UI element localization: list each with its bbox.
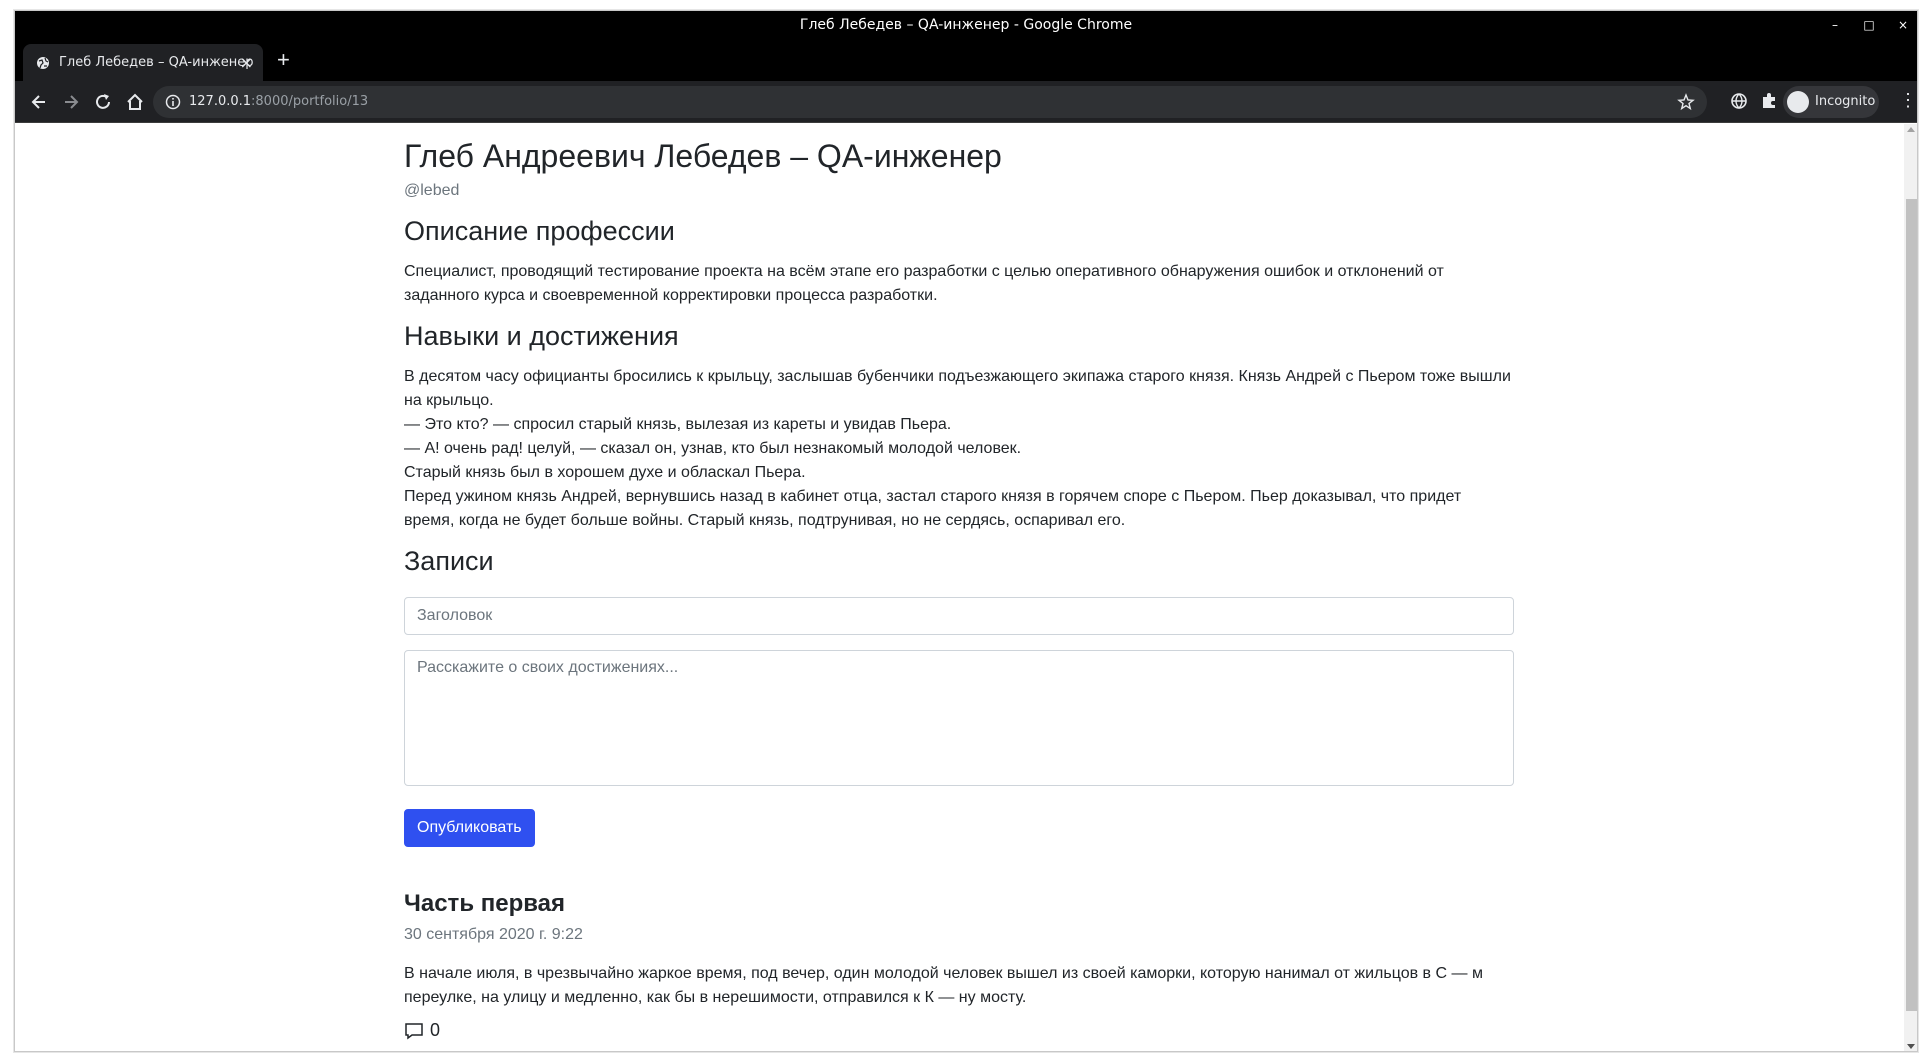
username: @lebed [404, 182, 460, 199]
tab-title: Глеб Лебедев – QA-инженер [59, 55, 254, 70]
incognito-profile-button[interactable]: Incognito [1783, 86, 1879, 118]
profession-heading: Описание профессии [404, 216, 675, 246]
close-window-button[interactable]: × [1897, 11, 1909, 40]
reload-icon[interactable] [93, 92, 113, 112]
comment-icon [405, 1022, 423, 1039]
minimize-button[interactable]: – [1829, 11, 1841, 40]
scroll-up-arrow-icon[interactable] [1907, 127, 1915, 132]
scroll-down-arrow-icon[interactable] [1907, 1044, 1915, 1049]
post-body: В начале июля, в чрезвычайно жаркое врем… [404, 962, 1514, 1010]
bookmark-star-icon[interactable] [1677, 93, 1695, 111]
skills-line: Перед ужином князь Андрей, вернувшись на… [404, 488, 1462, 505]
new-tab-button[interactable]: + [277, 48, 290, 72]
forward-icon[interactable] [61, 92, 81, 112]
url-text[interactable]: 127.0.0.1:8000/portfolio/13 [189, 94, 368, 109]
post-body-line: переулке, на улицу и медленно, как бы в … [404, 989, 1027, 1006]
page-viewport: Глеб Андреевич Лебедев – QA-инженер @leb… [15, 124, 1917, 1051]
browser-menu-icon[interactable]: ⋮ [1899, 90, 1917, 110]
window-titlebar: Глеб Лебедев – QA-инженер - Google Chrom… [15, 11, 1917, 40]
scrollbar-thumb[interactable] [1906, 199, 1917, 1011]
skills-line: время, когда не будет больше войны. Стар… [404, 512, 1126, 529]
posts-heading: Записи [404, 546, 494, 576]
extensions-puzzle-icon[interactable] [1759, 91, 1779, 111]
comment-count: 0 [430, 1020, 441, 1040]
back-icon[interactable] [29, 92, 49, 112]
address-bar[interactable]: 127.0.0.1:8000/portfolio/13 [153, 86, 1707, 118]
skills-line: — А! очень рад! целуй, — сказал он, узна… [404, 440, 1022, 457]
browser-window: Глеб Лебедев – QA-инженер - Google Chrom… [14, 10, 1918, 1052]
window-title: Глеб Лебедев – QA-инженер - Google Chrom… [799, 17, 1133, 33]
incognito-icon [1787, 91, 1809, 113]
page-scrollbar[interactable] [1904, 124, 1917, 1051]
browser-toolbar: 127.0.0.1:8000/portfolio/13 Incognito ⋮ [15, 81, 1917, 123]
globe-icon [37, 57, 49, 69]
url-path: :8000/portfolio/13 [251, 94, 369, 109]
url-host: 127.0.0.1 [189, 94, 252, 109]
page-title: Глеб Андреевич Лебедев – QA-инженер [404, 138, 1002, 174]
profession-line: Специалист, проводящий тестирование прое… [404, 263, 1444, 280]
translate-icon[interactable] [1729, 91, 1749, 111]
incognito-label: Incognito [1815, 94, 1876, 109]
post-date: 30 сентября 2020 г. 9:22 [404, 926, 583, 943]
window-controls: – □ × [1829, 11, 1909, 40]
skills-description: В десятом часу официанты бросились к кры… [404, 365, 1514, 533]
post-title[interactable]: Часть первая [404, 890, 565, 918]
post-title-input[interactable] [404, 597, 1514, 635]
skills-line: В десятом часу официанты бросились к кры… [404, 368, 1511, 385]
post-body-textarea[interactable] [404, 650, 1514, 786]
comments-link[interactable]: 0 [404, 1020, 440, 1041]
tab-strip: Глеб Лебедев – QA-инженер × + [15, 40, 1917, 81]
maximize-button[interactable]: □ [1863, 11, 1875, 40]
skills-line: — Это кто? — спросил старый князь, вылез… [404, 416, 952, 433]
skills-line: на крыльцо. [404, 392, 494, 409]
skills-line: Старый князь был в хорошем духе и обласк… [404, 464, 806, 481]
post-body-line: В начале июля, в чрезвычайно жаркое врем… [404, 965, 1483, 982]
tab-close-icon[interactable]: × [240, 53, 253, 72]
profession-line: заданного курса и своевременной корректи… [404, 287, 938, 304]
publish-button[interactable]: Опубликовать [404, 809, 535, 847]
site-info-icon[interactable] [165, 94, 181, 110]
profession-description: Специалист, проводящий тестирование прое… [404, 260, 1514, 308]
tab-active[interactable]: Глеб Лебедев – QA-инженер × [23, 44, 263, 81]
home-icon[interactable] [125, 92, 145, 112]
skills-heading: Навыки и достижения [404, 321, 679, 351]
